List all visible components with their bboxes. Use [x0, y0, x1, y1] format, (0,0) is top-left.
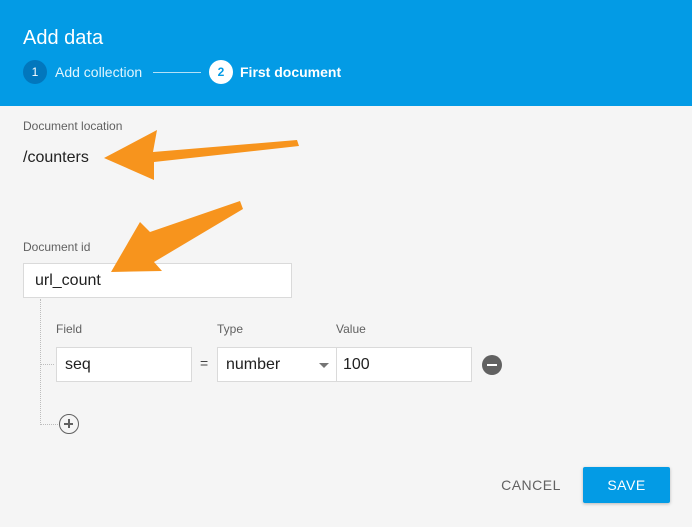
step-2-label: First document — [240, 64, 342, 80]
step-1-label: Add collection — [55, 64, 143, 80]
equals-sign: = — [200, 355, 209, 371]
step-2-badge: 2 — [209, 60, 233, 84]
field-type-value: number — [226, 356, 281, 373]
step-1-badge: 1 — [23, 60, 47, 84]
field-name-input[interactable]: seq — [56, 347, 192, 382]
tree-connector-vertical — [40, 299, 41, 425]
value-column-header: Value — [336, 322, 366, 336]
type-column-header: Type — [217, 322, 244, 336]
step-connector — [153, 72, 201, 73]
stepper: 1 Add collection 2 First document — [23, 60, 663, 84]
dialog-title: Add data — [23, 27, 104, 49]
add-circle-icon[interactable] — [59, 414, 79, 434]
field-value-input[interactable]: 100 — [336, 347, 472, 382]
field-type-select[interactable]: number — [217, 347, 337, 382]
location-annotation-arrow — [104, 130, 299, 180]
document-location-value: /counters — [23, 149, 89, 166]
dropdown-caret-icon — [319, 363, 329, 368]
save-button[interactable]: SAVE — [583, 467, 670, 503]
document-id-annotation-arrow — [111, 201, 243, 272]
tree-connector-add — [40, 424, 58, 425]
cancel-button[interactable]: CANCEL — [492, 467, 570, 503]
field-column-header: Field — [56, 322, 83, 336]
dialog-header: Add data 1 Add collection 2 First docume… — [0, 0, 692, 106]
document-id-label: Document id — [23, 240, 91, 254]
tree-connector-field — [40, 364, 54, 365]
document-id-input[interactable]: url_count — [23, 263, 292, 298]
remove-circle-icon[interactable] — [482, 355, 502, 375]
document-location-label: Document location — [23, 119, 123, 133]
